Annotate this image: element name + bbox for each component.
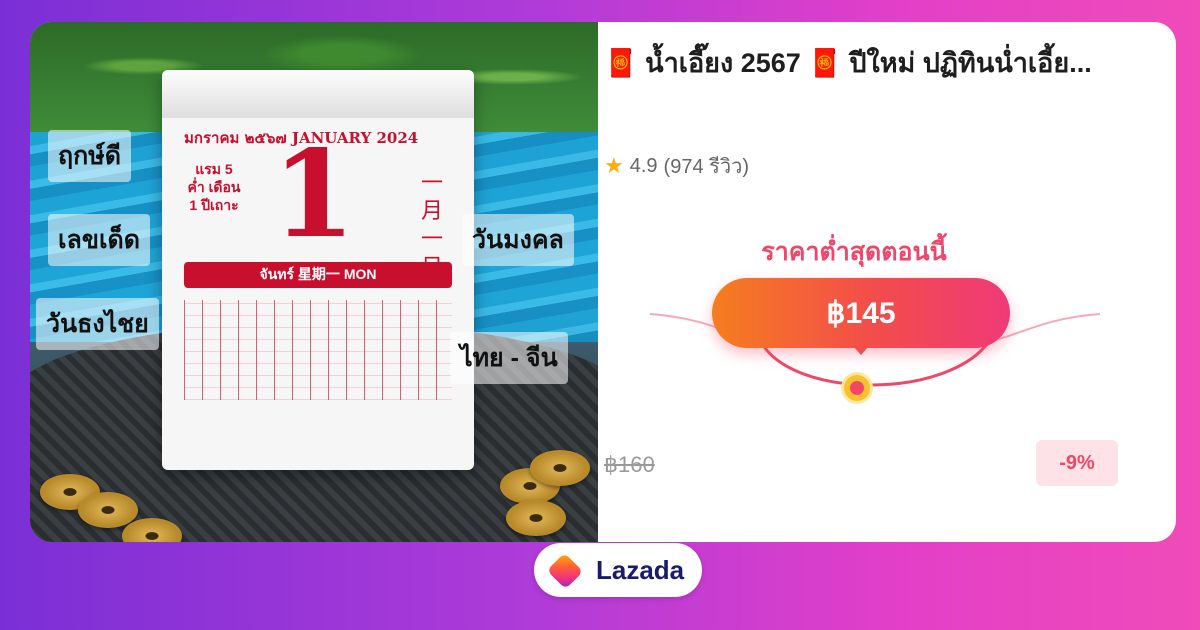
lazada-badge[interactable]: Lazada (534, 543, 703, 597)
calendar-binding (162, 70, 474, 118)
calendar-detail-grid (184, 300, 452, 400)
review-count[interactable]: (974 รีวิว) (664, 150, 749, 182)
calendar-product: มกราคม ๒๕๖๗ JANUARY 2024 แรม 5 ค่ำ เดือน… (162, 70, 474, 470)
product-title[interactable]: 🧧 น้ำเอี๊ยง 2567 🧧 ปีใหม่ ปฏิทินน่ำเอี้ย… (604, 46, 1124, 80)
image-label-auspicious: ฤกษ์ดี (48, 130, 131, 182)
calendar-weekday-band: จันทร์ 星期一 MON (184, 262, 452, 288)
lowest-price-label: ราคาต่ำสุดตอนนี้ (761, 238, 947, 266)
star-icon: ★ (604, 153, 624, 178)
brand-name: Lazada (596, 554, 685, 585)
price-dot-icon (844, 375, 870, 401)
brand-logo[interactable]: Lazada (534, 543, 703, 597)
coin-icon (78, 492, 138, 528)
calendar-side-text: แรม 5 ค่ำ เดือน 1 ปีเถาะ (187, 161, 241, 213)
current-price: ฿145 (712, 278, 1010, 348)
coin-icon (530, 450, 590, 486)
lazada-heart-icon (544, 549, 586, 591)
product-image[interactable]: มกราคม ๒๕๖๗ JANUARY 2024 แรม 5 ค่ำ เดือน… (30, 22, 598, 542)
image-label-lucky-numbers: เลขเด็ด (48, 214, 150, 266)
image-label-lucky-day: วันมงคล (462, 214, 574, 266)
original-price: ฿160 (604, 452, 655, 477)
image-label-flag-day: วันธงไชย (36, 298, 159, 350)
calendar-day-number: 1 (272, 124, 356, 265)
price-pointer (853, 346, 869, 355)
image-label-thai-chinese: ไทย - จีน (450, 332, 568, 384)
rating-value: 4.9 (629, 154, 658, 177)
coin-icon (506, 500, 566, 536)
rating-row: ★ 4.9 (974 รีวิว) (604, 150, 749, 182)
discount-badge: -9% (1036, 440, 1118, 486)
product-card[interactable]: มกราคม ๒๕๖๗ JANUARY 2024 แรม 5 ค่ำ เดือน… (30, 22, 1176, 542)
